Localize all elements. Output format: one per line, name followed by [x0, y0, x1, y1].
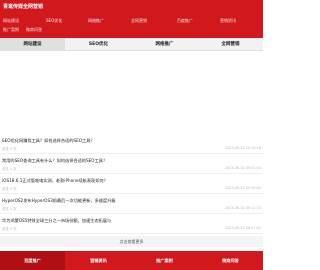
category-tabs: 网站建设 SEO优化 网络推广 全网营销 — [0, 38, 263, 51]
main-nav-row-1: 网站建设 SEO优化 网络推广 全网营销 百度推广 营销资讯 — [0, 17, 263, 25]
tab-network-promo[interactable]: 网络推广 — [132, 38, 197, 51]
site-title[interactable]: 青鸾传媒全网营销 — [3, 3, 43, 10]
news-views: 浏览 0 次 — [2, 187, 17, 191]
news-item[interactable]: SEO优化网赚找工具？如何选择合适的SEO工具？ 浏览 0 次 2025-08-… — [0, 134, 263, 154]
news-views: 浏览 0 次 — [2, 207, 17, 211]
tab-content-area — [0, 52, 263, 132]
bottom-nav: 百度推广 营销资讯 推广案例 微商问答 — [0, 251, 263, 270]
main-nav-row-2: 推广案例 微商问答 — [0, 26, 263, 34]
news-date: 2025-08-22 08:47:21 — [224, 226, 261, 230]
nav-link-seo[interactable]: SEO优化 — [46, 17, 62, 25]
news-item[interactable]: 华为鸿蒙OS5特效全球三分之一市场份额，加速生态拓展与 浏览 0 次 2025-… — [0, 214, 263, 234]
bottom-nav-cases[interactable]: 推广案例 — [132, 251, 197, 270]
news-title[interactable]: SEO优化网赚找工具？如何选择合适的SEO工具？ — [2, 138, 95, 144]
nav-link-cases[interactable]: 推广案例 — [3, 26, 19, 34]
news-date: 2025-08-22 09:52:40 — [224, 166, 261, 170]
tab-full-marketing[interactable]: 全网营销 — [198, 38, 263, 51]
nav-link-baidu-promo[interactable]: 百度推广 — [177, 17, 193, 25]
nav-link-full-marketing[interactable]: 全网营销 — [131, 17, 147, 25]
news-title[interactable]: iOS18.6.1正式版耗电实测，老款iPhone续航表现如何？ — [2, 178, 108, 184]
nav-link-marketing-news[interactable]: 营销资讯 — [220, 17, 236, 25]
news-item[interactable]: 常用的SEO查询工具有什么？如何选择合适的SEO工具？ 浏览 0 次 2025-… — [0, 154, 263, 174]
nav-link-network-promo[interactable]: 网络推广 — [88, 17, 104, 25]
news-item[interactable]: HyperOS2发布HyperOS3前最后一次功能更新，多维度升级 浏览 0 次… — [0, 194, 263, 214]
nav-link-wechat-qa[interactable]: 微商问答 — [26, 26, 42, 34]
news-title[interactable]: 常用的SEO查询工具有什么？如何选择合适的SEO工具？ — [2, 158, 107, 164]
bottom-nav-marketing-news[interactable]: 营销资讯 — [66, 251, 131, 270]
news-date: 2025-08-22 10:15:16 — [224, 146, 261, 150]
news-title[interactable]: 华为鸿蒙OS5特效全球三分之一市场份额，加速生态拓展与 — [2, 218, 111, 224]
load-more-button[interactable]: 点击查看更多 — [0, 236, 263, 247]
bottom-nav-wechat-qa[interactable]: 微商问答 — [198, 251, 263, 270]
news-title[interactable]: HyperOS2发布HyperOS3前最后一次功能更新，多维度升级 — [2, 198, 116, 204]
bottom-nav-baidu-promo[interactable]: 百度推广 — [0, 251, 65, 270]
nav-link-website-build[interactable]: 网站建设 — [3, 17, 19, 25]
news-date: 2025-08-22 09:12:33 — [224, 206, 261, 210]
news-views: 浏览 0 次 — [2, 227, 17, 231]
tab-seo[interactable]: SEO优化 — [66, 38, 131, 51]
news-views: 浏览 0 次 — [2, 147, 17, 151]
tab-website-build[interactable]: 网站建设 — [0, 38, 65, 51]
top-header: 青鸾传媒全网营销 网站建设 SEO优化 网络推广 全网营销 百度推广 营销资讯 … — [0, 0, 263, 38]
news-views: 浏览 0 次 — [2, 167, 17, 171]
news-item[interactable]: iOS18.6.1正式版耗电实测，老款iPhone续航表现如何？ 浏览 0 次 … — [0, 174, 263, 194]
news-date: 2025-08-22 09:30:05 — [224, 186, 261, 190]
